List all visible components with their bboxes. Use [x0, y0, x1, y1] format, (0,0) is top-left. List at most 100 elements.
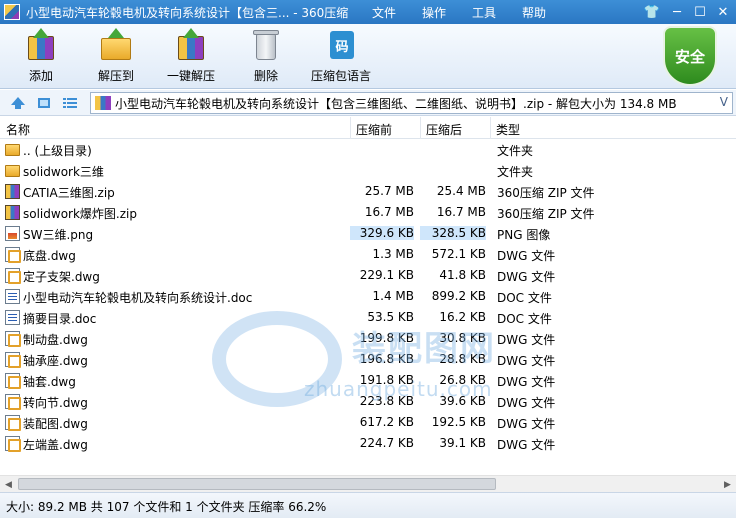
doc-icon: [5, 310, 20, 325]
size-before: 329.6 KB: [350, 226, 414, 240]
size-before: 617.2 KB: [359, 415, 414, 429]
file-row[interactable]: 定子支架.dwg 229.1 KB 41.8 KB DWG 文件: [0, 265, 736, 286]
file-row[interactable]: 轴套.dwg 191.8 KB 26.8 KB DWG 文件: [0, 370, 736, 391]
size-before: 53.5 KB: [367, 310, 414, 324]
size-before: 223.8 KB: [359, 394, 414, 408]
file-type: 360压缩 ZIP 文件: [497, 207, 595, 221]
toolbar: 添加 解压到 一键解压 删除 码 压缩包语言: [0, 24, 736, 89]
menu-help[interactable]: 帮助: [522, 4, 546, 21]
file-list[interactable]: 名称 压缩前 压缩后 类型 .. (上级目录) 文件夹 solidwork三维 文件夹…: [0, 117, 736, 475]
quick-extract-button[interactable]: 一键解压: [156, 28, 226, 86]
file-name: 小型电动汽车轮毂电机及转向系统设计.doc: [23, 291, 253, 305]
file-row[interactable]: 左端盖.dwg 224.7 KB 39.1 KB DWG 文件: [0, 433, 736, 454]
menu-operation[interactable]: 操作: [422, 4, 446, 21]
security-shield-icon[interactable]: 安全: [663, 26, 717, 86]
file-name: 摘要目录.doc: [23, 312, 97, 326]
file-type: DWG 文件: [497, 417, 556, 431]
add-button[interactable]: 添加: [6, 28, 76, 86]
file-type: 文件夹: [497, 144, 534, 158]
size-after: 328.5 KB: [420, 226, 486, 240]
file-row[interactable]: .. (上级目录) 文件夹: [0, 139, 736, 160]
size-after: 16.2 KB: [439, 310, 486, 324]
file-row[interactable]: solidwork爆炸图.zip 16.7 MB 16.7 MB 360压缩 ZIP …: [0, 202, 736, 223]
chevron-down-icon[interactable]: V: [720, 95, 728, 109]
size-before: 224.7 KB: [359, 436, 414, 450]
file-name: 装配图.dwg: [23, 417, 88, 431]
menu-tools[interactable]: 工具: [472, 4, 496, 21]
size-after: 25.4 MB: [436, 184, 486, 198]
file-type: DWG 文件: [497, 375, 556, 389]
file-row[interactable]: 制动盘.dwg 199.8 KB 30.8 KB DWG 文件: [0, 328, 736, 349]
window-title: 小型电动汽车轮毂电机及转向系统设计【包含三... - 360压缩: [26, 5, 349, 20]
dwg-icon: [5, 352, 21, 368]
thumbnail-view-icon[interactable]: [36, 95, 52, 111]
dwg-icon: [5, 373, 21, 389]
file-type: DWG 文件: [497, 249, 556, 263]
trash-icon: [249, 28, 283, 62]
dwg-icon: [5, 331, 21, 347]
file-row[interactable]: 底盘.dwg 1.3 MB 572.1 KB DWG 文件: [0, 244, 736, 265]
address-field[interactable]: 小型电动汽车轮毂电机及转向系统设计【包含三维图纸、二维图纸、说明书】.zip -…: [90, 92, 733, 114]
dwg-icon: [5, 268, 21, 284]
extract-folder-icon: [99, 28, 133, 62]
scroll-right-icon[interactable]: ▶: [719, 476, 736, 493]
file-row[interactable]: 转向节.dwg 223.8 KB 39.6 KB DWG 文件: [0, 391, 736, 412]
column-name[interactable]: 名称: [6, 121, 30, 138]
zip-icon: [5, 205, 20, 220]
delete-button[interactable]: 删除: [231, 28, 301, 86]
png-icon: [5, 226, 20, 241]
skin-icon[interactable]: 👕: [640, 0, 664, 24]
size-after: 41.8 KB: [439, 268, 486, 282]
size-after: 39.1 KB: [439, 436, 486, 450]
column-header: 名称 压缩前 压缩后 类型: [0, 117, 736, 139]
folder-icon: [5, 144, 20, 156]
size-after: 572.1 KB: [431, 247, 486, 261]
doc-icon: [5, 289, 20, 304]
file-name: SW三维.png: [23, 228, 94, 242]
size-before: 196.8 KB: [359, 352, 414, 366]
file-row[interactable]: solidwork三维 文件夹: [0, 160, 736, 181]
list-view-icon[interactable]: [62, 95, 78, 111]
close-button[interactable]: ✕: [711, 0, 735, 24]
quick-extract-label: 一键解压: [166, 69, 215, 83]
file-row[interactable]: 小型电动汽车轮毂电机及转向系统设计.doc 1.4 MB 899.2 KB DOC 文…: [0, 286, 736, 307]
size-before: 25.7 MB: [364, 184, 414, 198]
scroll-thumb[interactable]: [18, 478, 496, 490]
file-name: solidwork三维: [23, 165, 104, 179]
add-archive-icon: [24, 28, 58, 62]
size-before: 16.7 MB: [364, 205, 414, 219]
size-before: 1.4 MB: [372, 289, 414, 303]
horizontal-scrollbar[interactable]: ◀ ▶: [0, 475, 736, 492]
size-after: 192.5 KB: [431, 415, 486, 429]
archive-language-label: 压缩包语言: [310, 69, 371, 83]
file-name: 左端盖.dwg: [23, 438, 88, 452]
up-arrow-icon[interactable]: [10, 95, 26, 111]
file-row[interactable]: 装配图.dwg 617.2 KB 192.5 KB DWG 文件: [0, 412, 736, 433]
dwg-icon: [5, 247, 21, 263]
size-after: 899.2 KB: [431, 289, 486, 303]
column-size-after[interactable]: 压缩后: [426, 121, 462, 138]
maximize-button[interactable]: ☐: [689, 0, 711, 24]
scroll-left-icon[interactable]: ◀: [0, 476, 17, 493]
menu-file[interactable]: 文件: [372, 4, 396, 21]
extract-to-button[interactable]: 解压到: [81, 28, 151, 86]
size-after: 39.6 KB: [439, 394, 486, 408]
file-type: DOC 文件: [497, 291, 552, 305]
address-row: 小型电动汽车轮毂电机及转向系统设计【包含三维图纸、二维图纸、说明书】.zip -…: [0, 90, 736, 116]
delete-label: 删除: [253, 69, 278, 83]
file-name: 底盘.dwg: [23, 249, 76, 263]
archive-language-button[interactable]: 码 压缩包语言: [306, 28, 376, 86]
file-row[interactable]: 摘要目录.doc 53.5 KB 16.2 KB DOC 文件: [0, 307, 736, 328]
extract-to-label: 解压到: [97, 69, 134, 83]
file-row[interactable]: SW三维.png 329.6 KB 328.5 KB PNG 图像: [0, 223, 736, 244]
dwg-icon: [5, 394, 21, 410]
file-name: 转向节.dwg: [23, 396, 88, 410]
file-type: DWG 文件: [497, 333, 556, 347]
file-name: CATIA三维图.zip: [23, 186, 115, 200]
quick-extract-icon: [174, 28, 208, 62]
file-row[interactable]: 轴承座.dwg 196.8 KB 28.8 KB DWG 文件: [0, 349, 736, 370]
column-size-before[interactable]: 压缩前: [356, 121, 392, 138]
file-row[interactable]: CATIA三维图.zip 25.7 MB 25.4 MB 360压缩 ZIP 文件: [0, 181, 736, 202]
column-type[interactable]: 类型: [496, 121, 520, 138]
minimize-button[interactable]: ─: [666, 0, 688, 24]
